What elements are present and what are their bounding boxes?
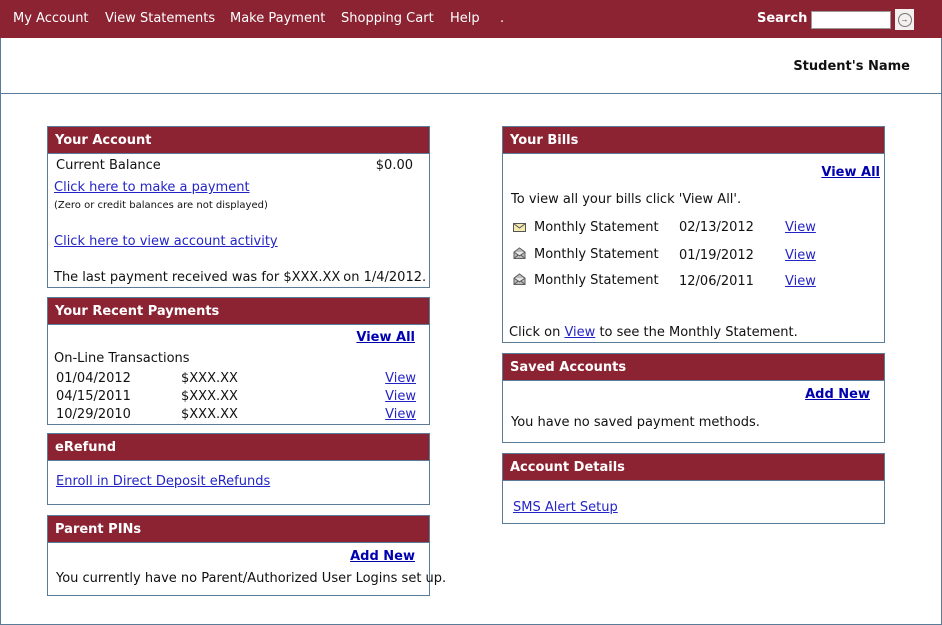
payment-view-link[interactable]: View [385, 389, 416, 404]
parent-pins-panel: Parent PINs Add New You currently have n… [47, 515, 446, 596]
saved-accounts-message: You have no saved payment methods. [511, 415, 760, 430]
nav-help[interactable]: Help [450, 11, 480, 26]
header-band: Student's Name [0, 38, 942, 94]
payment-amount: $XXX.XX [181, 407, 238, 422]
nav-make-payment[interactable]: Make Payment [230, 11, 325, 26]
bill-date: 02/13/2012 [679, 220, 754, 235]
balance-note: (Zero or credit balances are not display… [54, 200, 268, 211]
account-details-panel: Account Details SMS Alert Setup [502, 453, 885, 524]
saved-accounts-add-new-link[interactable]: Add New [805, 387, 870, 402]
last-payment-prefix: The last payment received was for [54, 270, 280, 285]
online-transactions-label: On-Line Transactions [54, 351, 190, 366]
panel-title: Your Bills [503, 127, 884, 154]
your-account-panel: Your Account Current Balance $0.00 Click… [47, 126, 430, 288]
nav-my-account[interactable]: My Account [13, 11, 89, 26]
envelope-open-icon [513, 247, 526, 263]
bill-date: 01/19/2012 [679, 248, 754, 263]
payment-date: 04/15/2011 [56, 389, 131, 404]
panel-title: Account Details [503, 454, 884, 481]
nav-view-statements[interactable]: View Statements [105, 11, 215, 26]
make-payment-link[interactable]: Click here to make a payment [54, 180, 250, 195]
last-payment-suffix: on 1/4/2012. [343, 270, 427, 285]
search-label: Search [757, 11, 808, 26]
bill-name: Monthly Statement [534, 247, 659, 262]
last-payment-text: The last payment received was for $XXX.X… [54, 270, 426, 285]
bill-name: Monthly Statement [534, 273, 659, 288]
nav-shopping-cart[interactable]: Shopping Cart [341, 11, 434, 26]
bills-intro: To view all your bills click 'View All'. [511, 192, 742, 207]
payment-date: 01/04/2012 [56, 371, 131, 386]
student-name: Student's Name [793, 59, 910, 74]
payments-view-all-link[interactable]: View All [356, 330, 415, 345]
panel-title: eRefund [48, 434, 429, 461]
nav-dot[interactable]: . [500, 11, 504, 26]
view-account-activity-link[interactable]: Click here to view account activity [54, 234, 278, 249]
last-payment-amount: $XXX.XX [283, 270, 341, 285]
bills-footer-view-link[interactable]: View [564, 325, 595, 340]
bill-name: Monthly Statement [534, 220, 659, 235]
top-nav-bar: My Account View Statements Make Payment … [0, 0, 942, 38]
envelope-closed-icon [513, 221, 526, 237]
recent-payments-panel: Your Recent Payments View All On-Line Tr… [47, 297, 430, 425]
sms-alert-setup-link[interactable]: SMS Alert Setup [513, 500, 618, 515]
search-input[interactable] [811, 11, 891, 29]
bills-footer-prefix: Click on [509, 325, 561, 340]
payment-amount: $XXX.XX [181, 389, 238, 404]
panel-title: Your Account [48, 127, 429, 154]
arrow-circle-icon: → [897, 12, 912, 27]
payment-view-link[interactable]: View [385, 371, 416, 386]
bill-view-link[interactable]: View [785, 274, 816, 289]
payment-view-link[interactable]: View [385, 407, 416, 422]
bills-footer-suffix: to see the Monthly Statement. [599, 325, 798, 340]
enroll-erefunds-link[interactable]: Enroll in Direct Deposit eRefunds [56, 474, 270, 489]
panel-title: Saved Accounts [503, 354, 884, 381]
envelope-open-icon [513, 273, 526, 289]
your-bills-panel: Your Bills View All To view all your bil… [502, 126, 885, 343]
current-balance-value: $0.00 [375, 158, 413, 173]
bills-footer: Click on View to see the Monthly Stateme… [509, 325, 798, 340]
search-button[interactable]: → [895, 9, 914, 30]
parent-pins-message: You currently have no Parent/Authorized … [56, 571, 447, 586]
bill-date: 12/06/2011 [679, 274, 754, 289]
bills-view-all-link[interactable]: View All [821, 165, 880, 180]
bill-view-link[interactable]: View [785, 248, 816, 263]
saved-accounts-panel: Saved Accounts Add New You have no saved… [502, 353, 885, 443]
panel-title: Your Recent Payments [48, 298, 429, 325]
current-balance-label: Current Balance [56, 158, 161, 173]
panel-title: Parent PINs [48, 516, 429, 543]
erefund-panel: eRefund Enroll in Direct Deposit eRefund… [47, 433, 430, 505]
payment-date: 10/29/2010 [56, 407, 131, 422]
payment-amount: $XXX.XX [181, 371, 238, 386]
bill-view-link[interactable]: View [785, 220, 816, 235]
parent-pins-add-new-link[interactable]: Add New [350, 549, 415, 564]
